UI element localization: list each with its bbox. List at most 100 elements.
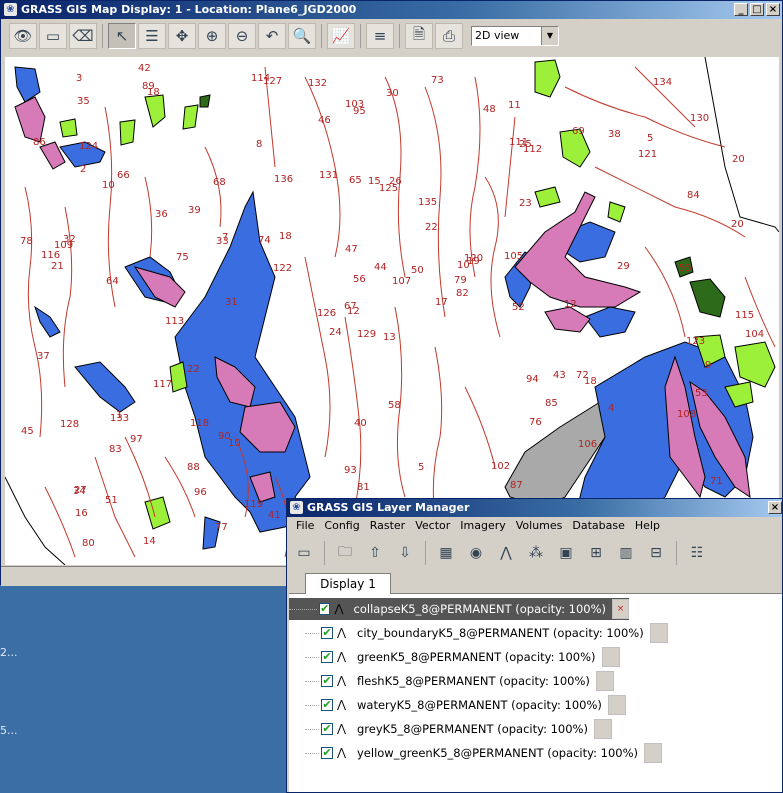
attribute-table-icon[interactable]: ☷ [684,541,710,565]
map-label: 124 [79,141,98,152]
chevron-down-icon[interactable]: ▼ [541,27,558,45]
map-label: 107 [392,276,411,287]
layer-row[interactable]: ✔ ⋀ greyK5_8@PERMANENT (opacity: 100%) [305,718,612,740]
minimize-button[interactable]: _ [734,3,748,16]
map-label: 58 [388,400,401,411]
map-label: 1 [116,410,122,421]
map-label: 112 [523,144,542,155]
print-icon[interactable]: ⎙ [435,23,463,49]
menu-raster[interactable]: Raster [365,517,410,535]
layer-row[interactable]: ✔ ⋀ yellow_greenK5_8@PERMANENT (opacity:… [305,742,662,764]
menu-vector[interactable]: Vector [410,517,455,535]
render-icon[interactable]: ▭ [39,23,67,49]
display-icon[interactable]: 👁 [9,23,37,49]
zoom-back-icon[interactable]: ↶ [258,23,286,49]
map-label: 36 [155,209,168,220]
zoom-out-icon[interactable]: ⊖ [228,23,256,49]
menu-config[interactable]: Config [319,517,364,535]
zoom-in-icon[interactable]: ⊕ [198,23,226,49]
add-multiple-raster-icon[interactable]: ◉ [463,541,489,565]
decorations-icon[interactable]: ≡ [366,23,394,49]
open-workspace-icon[interactable]: 🗀 [332,541,358,565]
map-label: 44 [374,262,387,273]
menu-help[interactable]: Help [630,517,665,535]
map-label: 45 [21,426,34,437]
map-label: 120 [464,253,483,264]
vector-layer-icon: ⋀ [337,650,347,663]
add-multiple-vector-icon[interactable]: ⁂ [523,541,549,565]
map-label: 29 [617,261,630,272]
layer-checkbox[interactable]: ✔ [321,699,333,711]
add-command-icon[interactable]: ⊞ [583,541,609,565]
close-button[interactable]: × [768,501,782,514]
add-overlay-icon[interactable]: ▣ [553,541,579,565]
map-label: 7 [222,232,228,243]
save-workspace-icon[interactable]: ⇩ [392,541,418,565]
analyze-icon[interactable]: 📈 [327,23,355,49]
map-svg: 1310122710101126251718636420242314652297… [5,57,779,565]
menu-database[interactable]: Database [567,517,630,535]
map-toolbar: 👁 ▭ ⌫ ↖ ☰ ✥ ⊕ ⊖ ↶ 🔍 📈 ≡ 🗎 ⎙ 2D view ▼ [1,21,782,51]
map-display-titlebar[interactable]: ❀ GRASS GIS Map Display: 1 - Location: P… [1,1,782,19]
layer-tree[interactable]: ✔ ⋀ collapseK5_8@PERMANENT (opacity: 100… [289,594,782,792]
layer-options-button[interactable] [644,743,662,763]
layer-options-button[interactable]: × [612,599,629,619]
view-mode-select[interactable]: 2D view ▼ [471,26,559,46]
layer-checkbox[interactable]: ✔ [321,651,333,663]
new-display-icon[interactable]: ▭ [291,541,317,565]
layer-options-button[interactable] [601,647,620,667]
add-group-icon[interactable]: ▥ [613,541,639,565]
add-raster-icon[interactable]: ▦ [433,541,459,565]
layer-checkbox[interactable]: ✔ [321,747,333,759]
layer-row[interactable]: ✔ ⋀ city_boundaryK5_8@PERMANENT (opacity… [305,622,668,644]
maximize-button[interactable]: □ [750,3,764,16]
tab-display-1[interactable]: Display 1 [305,573,391,594]
map-outline [5,476,66,565]
map-label: 75 [176,252,189,263]
map-label: 35 [77,96,90,107]
layer-row[interactable]: ✔ ⋀ greenK5_8@PERMANENT (opacity: 100%) [305,646,620,668]
layer-options-button[interactable] [607,695,626,715]
map-label: 90 [218,431,231,442]
layer-manager-titlebar[interactable]: ❀ GRASS GIS Layer Manager × [287,499,782,517]
layer-checkbox[interactable]: ✔ [321,675,333,687]
map-label: 97 [130,434,143,445]
remove-layer-icon[interactable]: ⊟ [643,541,669,565]
layer-checkbox[interactable]: ✔ [321,627,333,639]
map-label: 47 [345,244,358,255]
layer-options-button[interactable] [649,623,668,643]
menu-file[interactable]: File [291,517,319,535]
add-vector-icon[interactable]: ⋀ [493,541,519,565]
map-label: 103 [345,99,364,110]
layer-row[interactable]: ✔ ⋀ collapseK5_8@PERMANENT (opacity: 100… [289,598,629,620]
pan-icon[interactable]: ✥ [168,23,196,49]
map-label: 86 [33,137,46,148]
save-image-icon[interactable]: 🗎 [405,23,433,49]
layer-row[interactable]: ✔ ⋀ wateryK5_8@PERMANENT (opacity: 100%) [305,694,626,716]
map-label: 125 [379,183,398,194]
map-label: 68 [213,177,226,188]
map-label: 122 [273,263,292,274]
desktop-label: 2... [0,646,18,659]
green-area [182,104,199,130]
close-button[interactable]: × [766,3,780,16]
map-label: 88 [187,462,200,473]
load-map-icon[interactable]: ⇧ [362,541,388,565]
layer-checkbox[interactable]: ✔ [321,723,333,735]
layer-row[interactable]: ✔ ⋀ fleshK5_8@PERMANENT (opacity: 100%) [305,670,614,692]
layer-options-button[interactable] [593,719,612,739]
layer-options-button[interactable] [595,671,614,691]
map-label: 30 [386,88,399,99]
erase-display-icon[interactable]: ⌫ [69,23,97,49]
menu-volumes[interactable]: Volumes [511,517,568,535]
map-label: 85 [545,398,558,409]
menu-imagery[interactable]: Imagery [455,517,510,535]
pointer-icon[interactable]: ↖ [108,23,136,49]
vector-layer-icon: ⋀ [337,698,347,711]
layer-checkbox[interactable]: ✔ [319,603,331,615]
query-icon[interactable]: ☰ [138,23,166,49]
watery-area [174,190,311,533]
map-canvas[interactable]: 1310122710101126251718636420242314652297… [5,57,779,565]
zoom-menu-icon[interactable]: 🔍 [288,23,316,49]
map-label: 94 [526,374,539,385]
